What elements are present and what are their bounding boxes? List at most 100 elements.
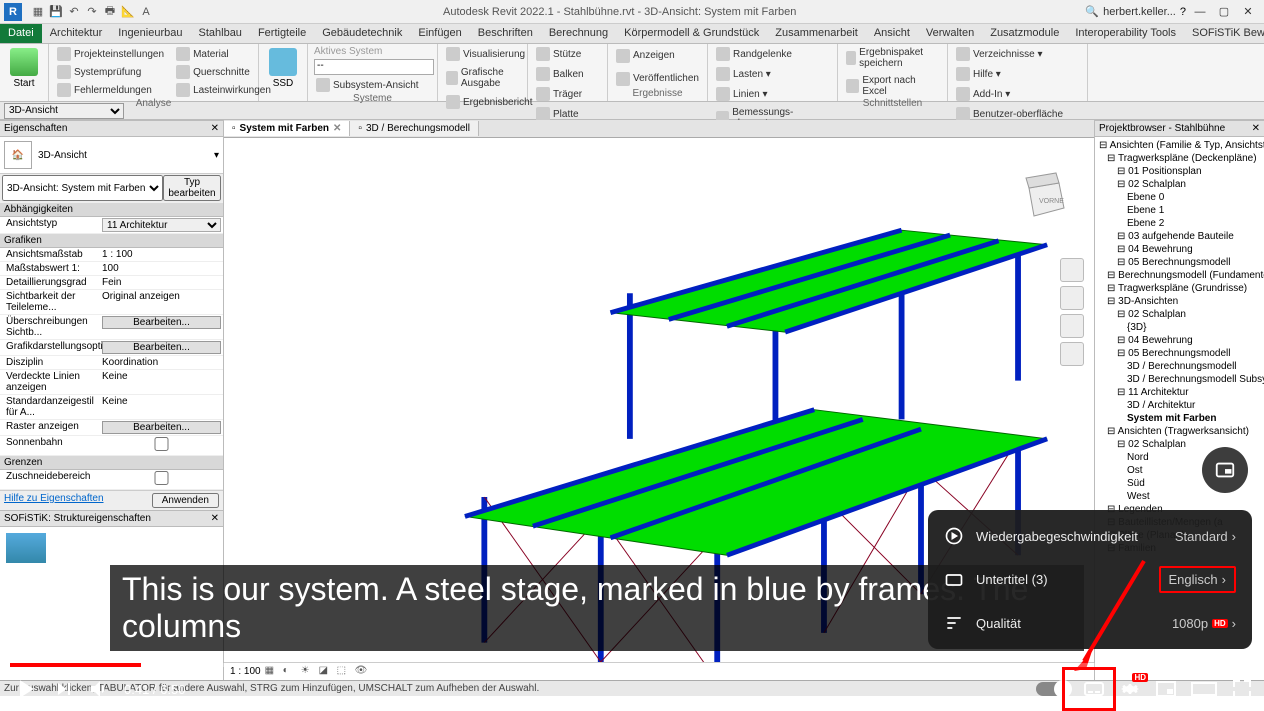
property-checkbox[interactable] (102, 471, 221, 485)
ribbon-item[interactable]: Lasten ▾ (714, 66, 773, 82)
pip-button[interactable] (1202, 447, 1248, 493)
system-dropdown[interactable]: -- (314, 59, 434, 75)
ribbon-tab-zusammenarbeit[interactable]: Zusammenarbeit (767, 24, 866, 43)
settings-row-cc[interactable]: Untertitel (3)Englisch › (928, 556, 1252, 603)
sofistik-close-icon[interactable]: ✕ (211, 513, 219, 524)
help-icon[interactable]: ? (1180, 6, 1186, 18)
edit-button[interactable]: Bearbeiten... (102, 341, 221, 354)
settings-button[interactable]: HD (1118, 677, 1142, 701)
miniplayer-button[interactable] (1154, 677, 1178, 701)
qat-undo-icon[interactable]: ↶ (66, 4, 82, 20)
ribbon-tab-stahlbau[interactable]: Stahlbau (191, 24, 250, 43)
qat-redo-icon[interactable]: ↷ (84, 4, 100, 20)
fullscreen-button[interactable] (1230, 677, 1254, 701)
ribbon-item[interactable]: Anzeigen (614, 48, 677, 64)
tree-node[interactable]: ⊟ 05 Berechnungsmodell (1097, 256, 1262, 269)
ribbon-tab-zusatzmodule[interactable]: Zusatzmodule (982, 24, 1067, 43)
ribbon-item[interactable]: Verzeichnisse ▾ (954, 46, 1045, 62)
type-dropdown-icon[interactable]: ▾ (214, 150, 219, 161)
nav-zoom-icon[interactable] (1060, 314, 1084, 338)
ribbon-tab-architektur[interactable]: Architektur (42, 24, 111, 43)
ribbon-tab-ansicht[interactable]: Ansicht (866, 24, 918, 43)
tree-node[interactable]: ⊟ 04 Bewehrung (1097, 334, 1262, 347)
settings-row-quality[interactable]: Qualität1080p HD › (928, 603, 1252, 643)
tab-close-icon[interactable]: ✕ (333, 123, 341, 134)
ribbon-item[interactable]: Stütze (534, 46, 583, 62)
search-icon[interactable]: 🔍 (1085, 5, 1099, 18)
theater-button[interactable] (1190, 677, 1218, 701)
next-button[interactable] (52, 677, 76, 701)
tree-node[interactable]: ⊟ 02 Schalplan (1097, 438, 1262, 451)
volume-button[interactable] (88, 677, 112, 701)
qat-measure-icon[interactable]: 📐 (120, 4, 136, 20)
tree-node[interactable]: ⊟ Tragwerkspläne (Grundrisse) (1097, 282, 1262, 295)
view-tab[interactable]: ▫System mit Farben✕ (224, 121, 350, 136)
ribbon-item[interactable]: Fehlermeldungen (55, 82, 166, 98)
tree-node[interactable]: {3D} (1097, 321, 1262, 334)
tree-node[interactable]: ⊟ 01 Positionsplan (1097, 165, 1262, 178)
subsystem-ansicht[interactable]: Subsystem-Ansicht (314, 77, 421, 93)
instance-selector[interactable]: 3D-Ansicht: System mit Farben (2, 175, 163, 201)
tree-node[interactable]: ⊟ 11 Architektur (1097, 386, 1262, 399)
ribbon-tab-berechnung[interactable]: Berechnung (541, 24, 616, 43)
ribbon-item[interactable]: Export nach Excel (844, 74, 941, 98)
nav-orbit-icon[interactable] (1060, 342, 1084, 366)
tree-node[interactable]: Ebene 0 (1097, 191, 1262, 204)
tree-node[interactable]: 3D / Architektur (1097, 399, 1262, 412)
tree-node[interactable]: ⊟ Ansichten (Tragwerksansicht) (1097, 425, 1262, 438)
tree-node[interactable]: ⊟ Ansichten (Familie & Typ, Ansichtstyp,… (1097, 139, 1262, 152)
ribbon-item[interactable]: Ergebnispaket speichern (844, 46, 941, 70)
user-account[interactable]: herbert.keller... (1103, 6, 1176, 18)
ribbon-tab-fertigteile[interactable]: Fertigteile (250, 24, 314, 43)
maximize-button[interactable]: ▢ (1214, 4, 1234, 20)
tree-node[interactable]: Ebene 1 (1097, 204, 1262, 217)
minimize-button[interactable]: — (1190, 4, 1210, 20)
qat-text-icon[interactable]: A (138, 4, 154, 20)
edit-button[interactable]: Bearbeiten... (102, 316, 221, 329)
tree-node[interactable]: System mit Farben (1097, 412, 1262, 425)
tree-node[interactable]: Ebene 2 (1097, 217, 1262, 230)
tree-node[interactable]: ⊟ Tragwerkspläne (Deckenpläne) (1097, 152, 1262, 165)
ribbon-item[interactable]: Hilfe ▾ (954, 66, 1003, 82)
ribbon-item[interactable]: Träger (534, 86, 584, 102)
ribbon-item[interactable]: Projekteinstellungen (55, 46, 166, 62)
qat-print-icon[interactable]: 🖶 (102, 4, 118, 20)
ribbon-item[interactable]: Systemprüfung (55, 64, 166, 80)
ribbon-item[interactable]: Add-In ▾ (954, 86, 1012, 102)
tree-node[interactable]: ⊟ 3D-Ansichten (1097, 295, 1262, 308)
ribbon-item[interactable]: Veröffentlichen (614, 71, 701, 87)
tree-node[interactable]: West (1097, 490, 1262, 503)
tree-node[interactable]: 3D / Berechnungsmodell (1097, 360, 1262, 373)
ribbon-item[interactable]: Randgelenke (714, 46, 794, 62)
tree-node[interactable]: ⊟ 05 Berechnungsmodell (1097, 347, 1262, 360)
ribbon-item[interactable]: Grafische Ausgabe (444, 66, 534, 90)
nav-wheel-icon[interactable] (1060, 258, 1084, 282)
view-type-selector[interactable]: 3D-Ansicht (4, 103, 124, 119)
tree-node[interactable]: ⊟ 02 Schalplan (1097, 178, 1262, 191)
ribbon-tab-ingenieurbau[interactable]: Ingenieurbau (110, 24, 190, 43)
tree-node[interactable]: ⊟ 04 Bewehrung (1097, 243, 1262, 256)
property-select[interactable]: 11 Architektur (102, 218, 221, 232)
view-cube[interactable]: VORNE (1014, 168, 1074, 228)
ribbon-tab-krpermodellgrundstck[interactable]: Körpermodell & Grundstück (616, 24, 767, 43)
properties-help-link[interactable]: Hilfe zu Eigenschaften (4, 493, 104, 508)
ribbon-tab-gebudetechnik[interactable]: Gebäudetechnik (314, 24, 410, 43)
ribbon-tab-beschriften[interactable]: Beschriften (470, 24, 541, 43)
browser-close-icon[interactable]: ✕ (1252, 123, 1260, 134)
tree-node[interactable]: ⊟ Berechnungsmodell (Fundamente) (1097, 269, 1262, 282)
nav-pan-icon[interactable] (1060, 286, 1084, 310)
ribbon-tab-datei[interactable]: Datei (0, 24, 42, 43)
ribbon-tab-sofistikbewehrung[interactable]: SOFiSTiK Bewehrung (1184, 24, 1264, 43)
tree-node[interactable]: 3D / Berechnungsmodell Subsyst (1097, 373, 1262, 386)
settings-row-speed[interactable]: WiedergabegeschwindigkeitStandard › (928, 516, 1252, 556)
start-button[interactable]: Start (6, 46, 42, 91)
tree-node[interactable]: ⊟ 02 Schalplan (1097, 308, 1262, 321)
qat-open-icon[interactable]: ▦ (30, 4, 46, 20)
ribbon-item[interactable]: Visualisierung (444, 46, 527, 62)
ribbon-tab-verwalten[interactable]: Verwalten (918, 24, 982, 43)
ribbon-item[interactable]: Balken (534, 66, 586, 82)
property-checkbox[interactable] (102, 437, 221, 451)
ssd-button[interactable]: SSD (265, 46, 301, 91)
ribbon-item[interactable]: Ergebnisbericht (444, 94, 534, 110)
edit-type-button[interactable]: Typ bearbeiten (163, 175, 221, 201)
